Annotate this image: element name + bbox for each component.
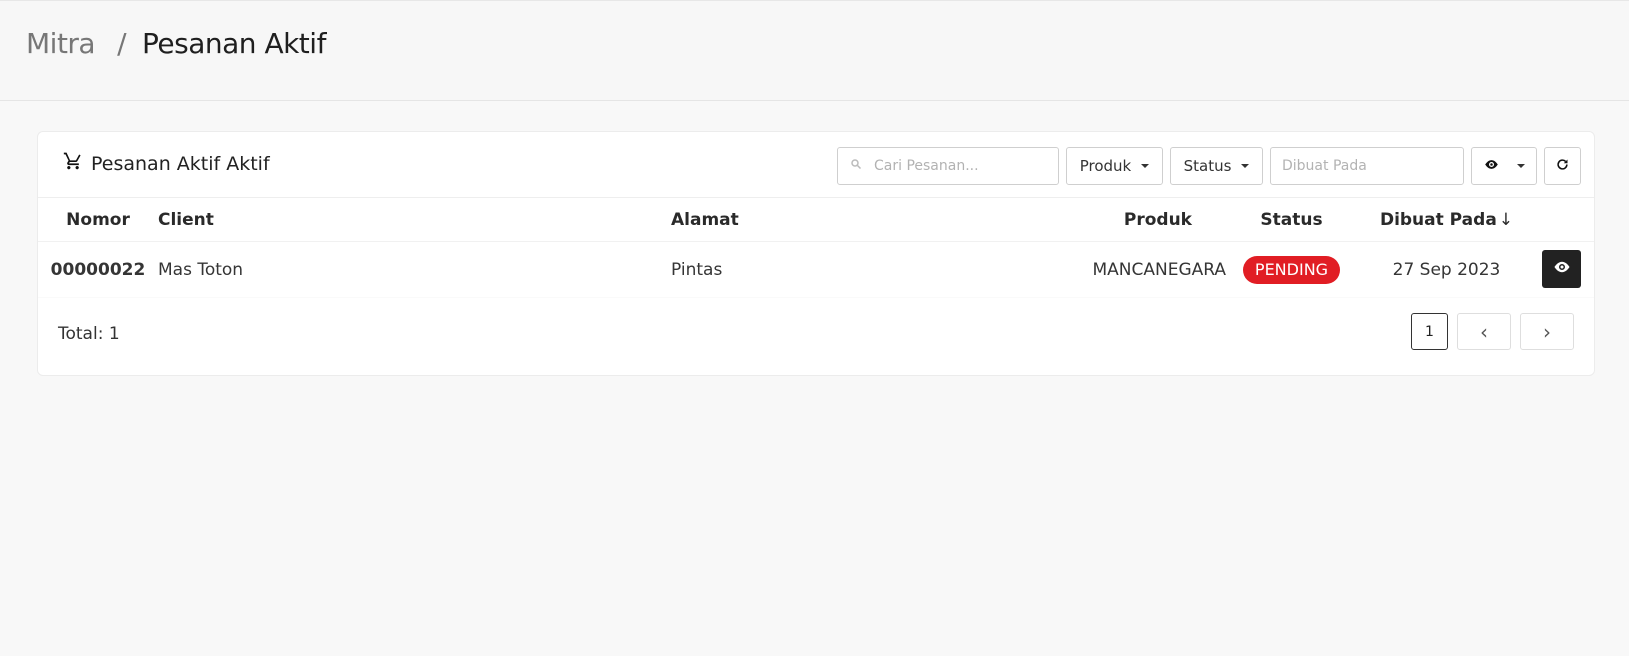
chevron-right-icon: ›	[1543, 319, 1551, 344]
chevron-down-icon	[1141, 164, 1150, 168]
search-placeholder: Cari Pesanan...	[874, 158, 979, 174]
toolbar: Cari Pesanan... Produk Status Dibuat Pad…	[837, 147, 1581, 185]
cell-status: PENDING	[1226, 255, 1357, 284]
cart-icon	[63, 151, 83, 176]
cell-dibuat-pada: 27 Sep 2023	[1392, 259, 1501, 280]
status-badge: PENDING	[1242, 255, 1341, 284]
next-page-button[interactable]: ›	[1520, 313, 1574, 350]
produk-filter-label: Produk	[1079, 157, 1132, 175]
cell-client: Mas Toton	[158, 259, 244, 280]
card-title-text: Pesanan Aktif Aktif	[91, 152, 270, 175]
cell-produk: MANCANEGARA	[1092, 259, 1226, 280]
search-icon	[850, 158, 862, 174]
card-header: Pesanan Aktif Aktif Cari Pesanan... Prod…	[38, 132, 1594, 198]
page-button[interactable]: 1	[1411, 313, 1448, 350]
breadcrumb-separator: /	[117, 27, 127, 60]
breadcrumb: Mitra / Pesanan Aktif	[26, 27, 326, 60]
view-button[interactable]	[1542, 250, 1581, 288]
header-dibuat-pada-label: Dibuat Pada	[1379, 209, 1497, 230]
orders-card: Pesanan Aktif Aktif Cari Pesanan... Prod…	[37, 131, 1595, 376]
status-filter-label: Status	[1183, 157, 1232, 175]
total-count: Total: 1	[58, 324, 120, 344]
header-produk[interactable]: Produk	[1054, 210, 1226, 230]
table-header: Nomor Client Alamat Produk Status Dibuat…	[38, 198, 1594, 242]
date-filter-placeholder: Dibuat Pada	[1282, 158, 1367, 174]
eye-icon	[1553, 258, 1571, 281]
page-title: Pesanan Aktif	[142, 27, 326, 60]
chevron-left-icon: ‹	[1480, 319, 1488, 344]
page-header: Mitra / Pesanan Aktif	[0, 0, 1629, 101]
column-visibility-button[interactable]	[1471, 147, 1537, 185]
table-footer: Total: 1 1 ‹ ›	[38, 310, 1594, 370]
header-alamat[interactable]: Alamat	[671, 210, 1054, 230]
card-title: Pesanan Aktif Aktif	[63, 151, 270, 176]
header-nomor[interactable]: Nomor	[38, 210, 158, 230]
eye-icon	[1484, 157, 1499, 176]
date-filter-input[interactable]: Dibuat Pada	[1270, 147, 1464, 185]
table-row: 00000022 Mas Toton Pintas MANCANEGARA PE…	[38, 242, 1594, 298]
refresh-icon	[1555, 157, 1570, 176]
orders-table: Nomor Client Alamat Produk Status Dibuat…	[38, 198, 1594, 298]
prev-page-button[interactable]: ‹	[1457, 313, 1511, 350]
chevron-down-icon	[1516, 164, 1525, 168]
search-input[interactable]: Cari Pesanan...	[837, 147, 1059, 185]
produk-filter-button[interactable]: Produk	[1066, 147, 1163, 185]
chevron-down-icon	[1241, 164, 1250, 168]
pagination: 1 ‹ ›	[1411, 313, 1574, 350]
cell-alamat: Pintas	[671, 259, 723, 280]
cell-nomor: 00000022	[50, 259, 146, 280]
refresh-button[interactable]	[1544, 147, 1581, 185]
status-filter-button[interactable]: Status	[1170, 147, 1263, 185]
header-dibuat-pada[interactable]: Dibuat Pada ↓	[1357, 210, 1536, 230]
header-client[interactable]: Client	[158, 210, 671, 230]
sort-arrow-icon: ↓	[1498, 209, 1514, 230]
breadcrumb-parent[interactable]: Mitra	[26, 27, 96, 60]
header-status[interactable]: Status	[1226, 210, 1357, 230]
